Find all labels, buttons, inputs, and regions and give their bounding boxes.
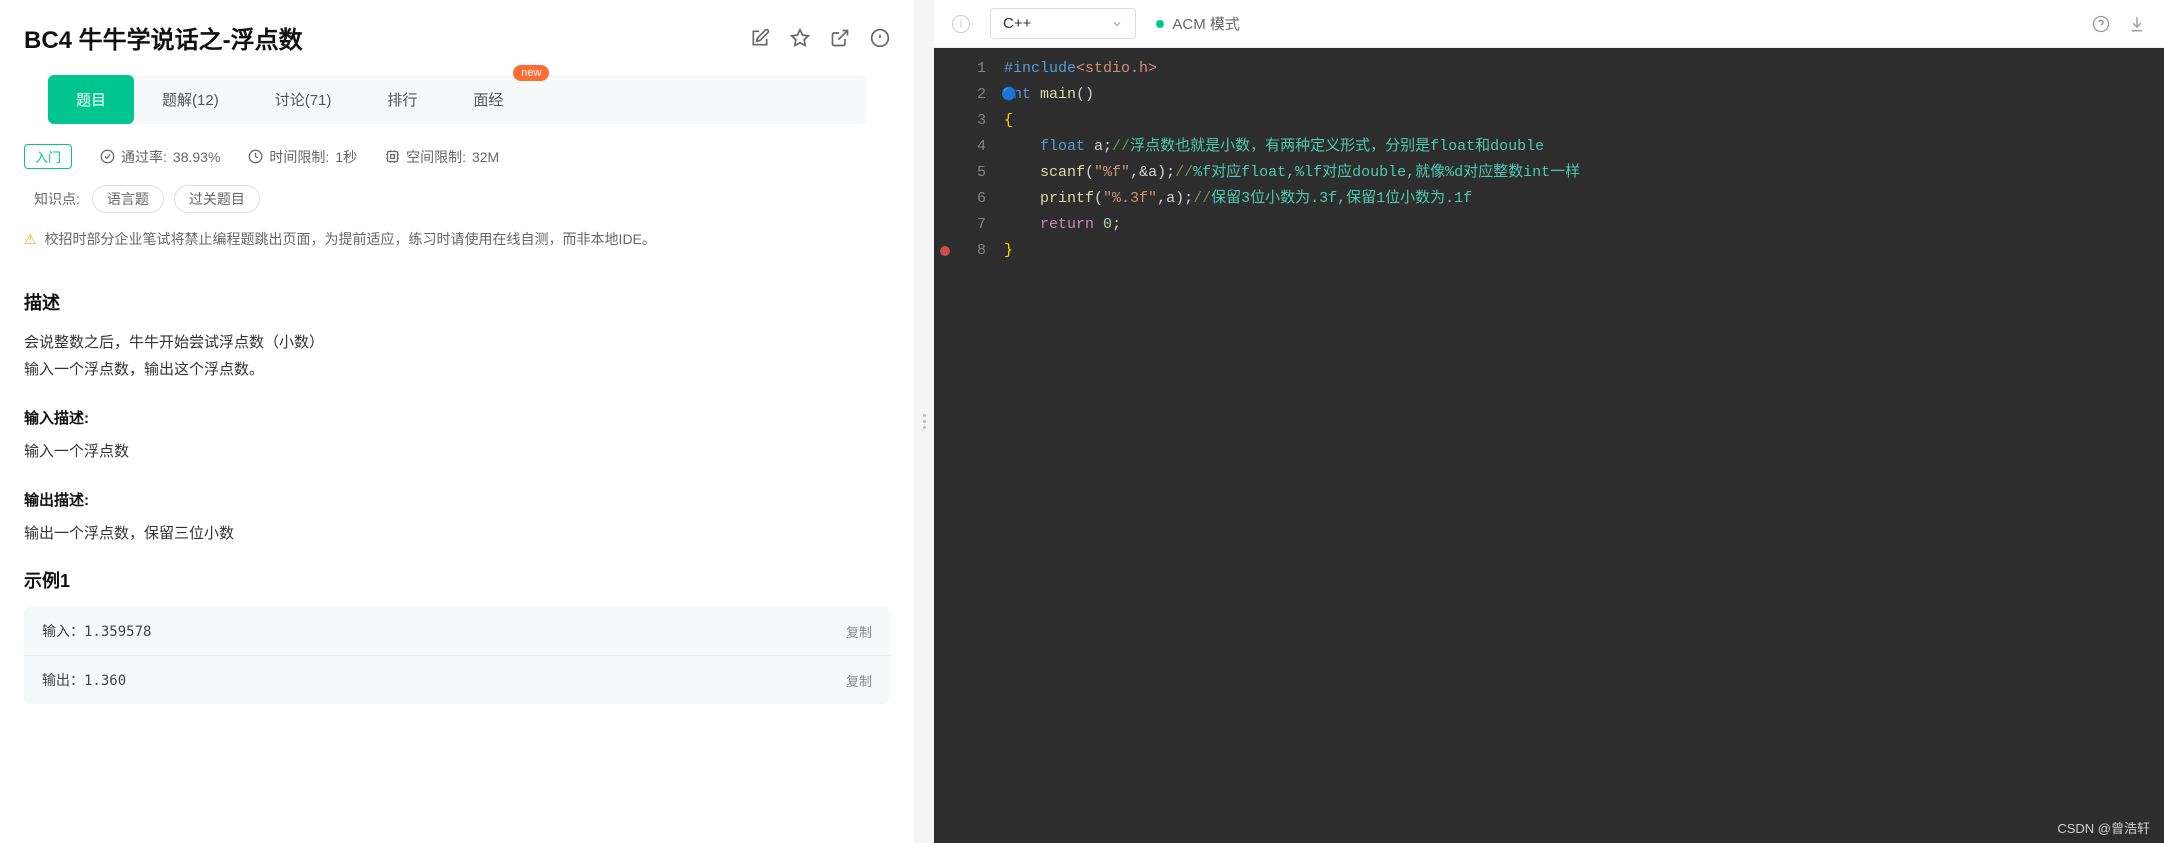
problem-header: BC4 牛牛学说话之-浮点数 题目题解(12)讨论(71)排行面经new — [0, 0, 914, 124]
time-limit: 时间限制: 1秒 — [248, 147, 357, 167]
panel-divider[interactable] — [914, 0, 934, 843]
warning-text: 校招时部分企业笔试将禁止编程题跳出页面，为提前适应，练习时请使用在线自测，而非本… — [45, 229, 656, 249]
knowledge-row: 知识点: 语言题过关题目 — [0, 181, 914, 229]
example-box: 输入：1.359578 复制 输出：1.360 复制 — [24, 607, 890, 704]
watermark: CSDN @曾浩轩 — [2057, 818, 2150, 837]
cursor-marker-icon: 🔵 — [1001, 82, 1017, 108]
toolbar-right — [2092, 15, 2146, 33]
editor-panel: i C++ ACM 模式 12345678 #include<stdio.h>🔵… — [934, 0, 2164, 843]
input-desc-text: 输入一个浮点数 — [24, 438, 890, 465]
meta-row: 入门 通过率: 38.93% 时间限制: 1秒 空间限制: 32M — [0, 124, 914, 181]
example-title: 示例1 — [24, 567, 890, 593]
example-input: 输入：1.359578 — [42, 621, 151, 641]
new-badge: new — [513, 65, 549, 81]
time-label: 时间限制: — [269, 147, 329, 167]
knowledge-label: 知识点: — [34, 189, 80, 209]
space-limit: 空间限制: 32M — [385, 147, 499, 167]
status-dot-icon — [1156, 20, 1164, 28]
clock-icon — [248, 149, 263, 164]
tab-0[interactable]: 题目 — [48, 75, 134, 124]
description-title: 描述 — [24, 289, 890, 315]
pass-rate: 通过率: 38.93% — [100, 147, 220, 167]
line-gutter: 12345678 — [934, 48, 1004, 843]
output-desc-title: 输出描述: — [24, 489, 890, 510]
knowledge-tag-0[interactable]: 语言题 — [92, 185, 164, 213]
mode-indicator: ACM 模式 — [1156, 13, 1240, 34]
title-actions — [750, 28, 890, 48]
space-value: 32M — [472, 149, 499, 165]
memory-icon — [385, 149, 400, 164]
knowledge-tag-1[interactable]: 过关题目 — [174, 185, 260, 213]
warning-icon: ⚠ — [24, 231, 37, 248]
problem-content: 描述 会说整数之后，牛牛开始尝试浮点数（小数）输入一个浮点数，输出这个浮点数。 … — [0, 289, 914, 728]
editor-toolbar: i C++ ACM 模式 — [934, 0, 2164, 48]
check-circle-icon — [100, 149, 115, 164]
input-desc-title: 输入描述: — [24, 407, 890, 428]
copy-input-button[interactable]: 复制 — [846, 622, 872, 641]
tab-4[interactable]: 面经new — [445, 75, 531, 124]
star-icon[interactable] — [790, 28, 810, 48]
problem-title: BC4 牛牛学说话之-浮点数 — [24, 20, 303, 55]
title-row: BC4 牛牛学说话之-浮点数 — [24, 20, 890, 55]
tabs-bar: 题目题解(12)讨论(71)排行面经new — [48, 75, 866, 124]
space-label: 空间限制: — [406, 147, 466, 167]
output-desc-text: 输出一个浮点数，保留三位小数 — [24, 520, 890, 547]
example-input-row: 输入：1.359578 复制 — [24, 607, 890, 656]
description-text: 会说整数之后，牛牛开始尝试浮点数（小数）输入一个浮点数，输出这个浮点数。 — [24, 329, 890, 383]
problem-panel: BC4 牛牛学说话之-浮点数 题目题解(12)讨论(71)排行面经new 入门 … — [0, 0, 914, 843]
example-output: 输出：1.360 — [42, 670, 126, 690]
warning-bar: ⚠ 校招时部分企业笔试将禁止编程题跳出页面，为提前适应，练习时请使用在线自测，而… — [0, 229, 914, 269]
time-value: 1秒 — [335, 147, 357, 167]
info-icon[interactable] — [870, 28, 890, 48]
code-content[interactable]: #include<stdio.h>🔵int main(){ float a;//… — [1004, 48, 1580, 843]
language-value: C++ — [1003, 15, 1031, 32]
tab-3[interactable]: 排行 — [359, 75, 445, 124]
language-select[interactable]: C++ — [990, 8, 1136, 39]
pass-label: 通过率: — [121, 147, 167, 167]
code-editor[interactable]: 12345678 #include<stdio.h>🔵int main(){ f… — [934, 48, 2164, 843]
copy-output-button[interactable]: 复制 — [846, 671, 872, 690]
breakpoint-icon[interactable] — [940, 246, 950, 256]
download-icon[interactable] — [2128, 15, 2146, 33]
share-icon[interactable] — [830, 28, 850, 48]
toolbar-info-icon[interactable]: i — [952, 15, 970, 33]
mode-label: ACM 模式 — [1172, 13, 1240, 34]
tab-1[interactable]: 题解(12) — [134, 75, 247, 124]
chevron-down-icon — [1111, 18, 1123, 30]
help-icon[interactable] — [2092, 15, 2110, 33]
tab-2[interactable]: 讨论(71) — [247, 75, 360, 124]
edit-icon[interactable] — [750, 28, 770, 48]
example-output-row: 输出：1.360 复制 — [24, 656, 890, 704]
difficulty-tag: 入门 — [24, 144, 72, 169]
pass-value: 38.93% — [173, 149, 220, 165]
